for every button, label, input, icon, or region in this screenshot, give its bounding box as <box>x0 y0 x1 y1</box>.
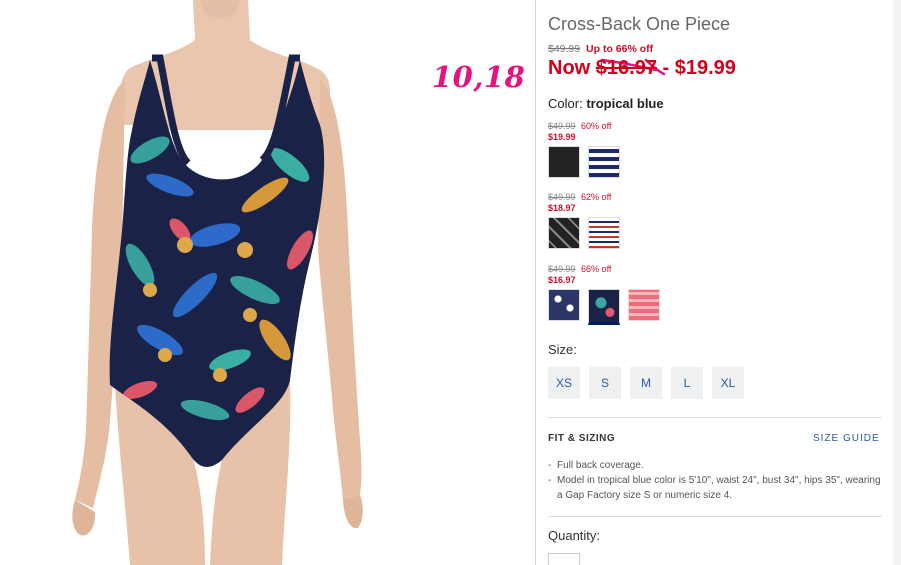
swatch-group: $49.99 62% off $18.97 <box>548 192 620 249</box>
swatch-tropical-blue[interactable] <box>588 289 620 325</box>
now-label: Now <box>548 57 591 79</box>
size-button-l[interactable]: L <box>671 367 703 399</box>
handwritten-price-annotation: 10,18 <box>432 60 526 94</box>
fit-sizing-title: FIT & SIZING <box>548 433 616 444</box>
divider <box>548 516 882 517</box>
size-button-m[interactable]: M <box>630 367 662 399</box>
divider <box>548 417 882 418</box>
swatch-group-sale-price: $19.99 <box>548 132 576 142</box>
swatch-group-sale-price: $16.97 <box>548 275 576 285</box>
color-value: tropical blue <box>586 96 664 111</box>
scrollbar-track[interactable] <box>893 0 901 565</box>
size-label: Size: <box>548 342 577 357</box>
swatch-group-sale-price: $18.97 <box>548 203 576 213</box>
fit-bullet: Model in tropical blue color is 5'10", w… <box>548 473 882 503</box>
swatch-group-original-price: $49.99 <box>548 121 576 131</box>
product-title: Cross-Back One Piece <box>548 14 731 34</box>
swatch-group-original-price: $49.99 <box>548 192 576 202</box>
fit-bullets: Full back coverage. Model in tropical bl… <box>548 458 882 503</box>
swatch-group-discount: 62% off <box>581 192 612 202</box>
swatch-multi-stripe[interactable] <box>588 217 620 249</box>
now-low-price: $16.97 <box>595 57 657 79</box>
swatch-group: $49.99 66% off $16.97 <box>548 264 660 325</box>
size-button-xl[interactable]: XL <box>712 367 744 399</box>
fit-bullet: Full back coverage. <box>548 458 882 473</box>
promo-text: Up to 66% off <box>586 43 654 55</box>
swatch-black[interactable] <box>548 146 580 178</box>
swatch-navy-floral[interactable] <box>548 289 580 321</box>
swatch-group: $49.99 60% off $19.99 <box>548 121 620 178</box>
swatch-black-geo-print[interactable] <box>548 217 580 249</box>
current-price: Now $16.97 - $19.99 <box>548 57 736 80</box>
swatch-group-discount: 66% off <box>581 264 612 274</box>
size-button-xs[interactable]: XS <box>548 367 580 399</box>
now-price-separator: - <box>656 57 675 79</box>
swatch-navy-stripe[interactable] <box>588 146 620 178</box>
color-selection: Color: tropical blue <box>548 96 664 111</box>
original-price: $49.99 <box>548 43 581 55</box>
size-guide-link[interactable]: SIZE GUIDE <box>813 433 880 444</box>
price-summary: $49.99 Up to 66% off <box>548 43 653 55</box>
swatch-group-discount: 60% off <box>581 121 612 131</box>
now-high-price: $19.99 <box>674 57 736 79</box>
swatch-coral-stripe[interactable] <box>628 289 660 321</box>
size-button-s[interactable]: S <box>589 367 621 399</box>
quantity-input[interactable] <box>548 553 580 565</box>
swatch-group-original-price: $49.99 <box>548 264 576 274</box>
quantity-label: Quantity: <box>548 528 601 543</box>
color-label: Color: <box>548 96 583 111</box>
